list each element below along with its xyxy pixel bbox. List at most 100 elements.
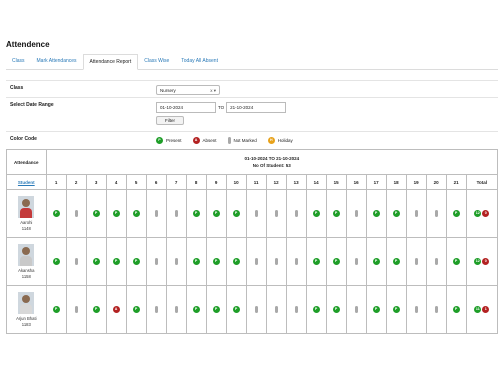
attendance-cell <box>345 285 367 334</box>
present-dot-icon: P <box>132 306 140 313</box>
total-cell: 12 0 <box>465 189 499 238</box>
from-date-input[interactable]: 01-10-2024 <box>156 102 216 113</box>
present-dot-icon: P <box>232 306 240 313</box>
student-id: 1183 <box>21 321 31 327</box>
day-header: 10 <box>225 174 247 190</box>
total-cell: 11 1 <box>465 285 499 334</box>
color-code-label: Color Code <box>10 136 37 142</box>
attendance-cell: P <box>185 285 207 334</box>
present-dot-icon: P <box>212 306 220 313</box>
attendance-cell <box>245 189 267 238</box>
day-header: 16 <box>345 174 367 190</box>
tab-class-wise[interactable]: Class Wise <box>138 54 175 69</box>
to-date-input[interactable]: 21-10-2024 <box>226 102 287 113</box>
clear-and-chevron-icon[interactable]: x ▾ <box>210 86 216 95</box>
filter-form: Class Nursery x ▾ Select Date Range 01-1… <box>6 80 498 149</box>
date-range-label: Select Date Range <box>10 102 54 108</box>
tab-attendance-report[interactable]: Attendance Report <box>82 54 139 70</box>
legend-present: Present <box>166 138 182 143</box>
attendance-cell <box>405 237 427 286</box>
attendance-cell <box>65 237 87 286</box>
total-cell: 12 0 <box>465 237 499 286</box>
legend-holiday: Holiday <box>277 138 293 143</box>
student-id: 1158 <box>21 273 31 279</box>
present-dot-icon: P <box>52 306 60 313</box>
class-label: Class <box>10 85 24 91</box>
total-badges: 12 0 <box>474 210 490 217</box>
total-header: Total <box>465 174 499 190</box>
day-header: 3 <box>85 174 107 190</box>
avatar-head <box>22 294 31 303</box>
attendance-cell: P <box>125 285 147 334</box>
attendance-cell <box>265 189 287 238</box>
present-dot-icon: P <box>132 210 140 217</box>
avatar-body <box>20 303 33 314</box>
attendance-cell <box>265 237 287 286</box>
not-marked-bar-icon <box>294 210 298 217</box>
tab-mark-attendances[interactable]: Mark Attendances <box>31 54 83 69</box>
absent-dot-icon: A <box>112 306 120 313</box>
present-dot-icon: P <box>312 258 320 265</box>
tab-today-all-absent[interactable]: Today All Absent <box>175 54 224 69</box>
not-marked-bar-icon <box>434 306 438 313</box>
attendance-cell: P <box>225 237 247 286</box>
present-dot-icon: P <box>192 258 200 265</box>
day-header: 8 <box>185 174 207 190</box>
day-header: 21 <box>445 174 467 190</box>
present-dot-icon: P <box>232 258 240 265</box>
present-dot-icon: P <box>392 306 400 313</box>
attendance-cell <box>405 285 427 334</box>
present-dot-icon: P <box>92 306 100 313</box>
not-marked-bar-icon <box>294 306 298 313</box>
color-code-row: Color Code P Present A Absent Not Marked… <box>6 131 498 149</box>
tab-bar: Class Mark Attendances Attendance Report… <box>6 54 498 70</box>
student-header-link[interactable]: Student <box>6 174 47 190</box>
attendance-cell <box>165 237 187 286</box>
present-dot-icon: P <box>52 258 60 265</box>
day-header: 15 <box>325 174 347 190</box>
day-header: 19 <box>405 174 427 190</box>
present-dot-icon: P <box>452 210 460 217</box>
student-count: No Of Student: 53 <box>252 163 291 168</box>
present-dot-icon: P <box>332 210 340 217</box>
not-marked-bar-icon <box>74 306 78 313</box>
student-cell: Akansha 1158 <box>6 237 47 286</box>
present-dot-icon: P <box>92 258 100 265</box>
attendance-cell <box>285 285 307 334</box>
attendance-cell: P <box>365 285 387 334</box>
not-marked-bar-icon <box>434 258 438 265</box>
day-header: 20 <box>425 174 447 190</box>
filter-button[interactable]: Filter <box>156 116 184 125</box>
legend-absent: Absent <box>202 138 217 143</box>
total-absent-badge: 0 <box>482 258 490 265</box>
class-select-value: Nursery <box>160 88 176 93</box>
tab-class[interactable]: Class <box>6 54 31 69</box>
attendance-cell: P <box>205 189 227 238</box>
total-present-badge: 12 <box>474 258 482 265</box>
attendance-cell: P <box>45 189 67 238</box>
day-header: 1 <box>45 174 67 190</box>
class-row: Class Nursery x ▾ <box>6 80 498 97</box>
present-dot-icon: P <box>372 210 380 217</box>
not-marked-bar-icon <box>414 306 418 313</box>
attendance-cell <box>145 285 167 334</box>
attendance-cell <box>425 285 447 334</box>
attendance-cell <box>245 285 267 334</box>
attendance-cell: P <box>325 285 347 334</box>
present-dot-icon: P <box>452 306 460 313</box>
attendance-cell: P <box>445 285 467 334</box>
attendance-cell: P <box>225 285 247 334</box>
attendance-cell: P <box>305 285 327 334</box>
attendance-cell: P <box>325 189 347 238</box>
attendance-cell <box>285 189 307 238</box>
day-header: 5 <box>125 174 147 190</box>
present-dot-icon: P <box>112 258 120 265</box>
not-marked-bar-icon <box>174 306 178 313</box>
student-cell: Aarohi 1148 <box>6 189 47 238</box>
present-dot-icon: P <box>132 258 140 265</box>
student-row: Aarohi 1148 P P P P P P P P P P P P 12 0 <box>6 189 499 238</box>
color-legend: P Present A Absent Not Marked H Holiday <box>152 132 498 149</box>
class-select[interactable]: Nursery x ▾ <box>156 85 220 95</box>
attendance-cell: P <box>185 189 207 238</box>
attendance-cell <box>245 237 267 286</box>
